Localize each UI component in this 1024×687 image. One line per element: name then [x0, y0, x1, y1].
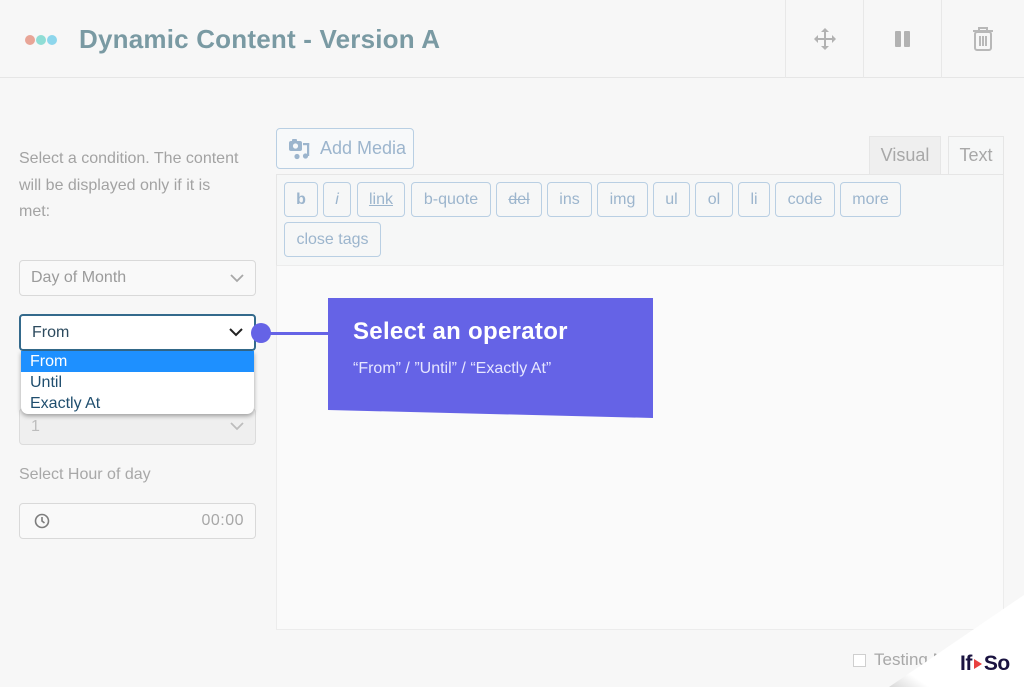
page-root: Dynamic Content - Version A Select a con…: [0, 0, 1024, 687]
trash-icon: [973, 27, 993, 51]
media-icon: [289, 138, 310, 159]
hour-label: Select Hour of day: [19, 466, 151, 483]
callout-box: [328, 298, 653, 418]
dot-red: [25, 35, 35, 45]
operator-select-value: From: [32, 323, 70, 341]
callout-title: Select an operator: [353, 318, 568, 345]
quicktag-close-tags[interactable]: close tags: [284, 222, 381, 257]
condition-select[interactable]: Day of Month: [19, 260, 256, 296]
callout-subtitle: “From” / ”Until” / “Exactly At”: [353, 360, 552, 377]
operator-select[interactable]: From: [19, 314, 256, 351]
time-value: 00:00: [201, 512, 244, 529]
chevron-down-icon: [229, 328, 243, 337]
chevron-down-icon: [230, 422, 244, 431]
logo-text-if: If: [960, 652, 972, 675]
version-title: Dynamic Content - Version A: [79, 24, 441, 54]
quicktag-del[interactable]: del: [496, 182, 542, 217]
day-select-value: 1: [31, 417, 40, 435]
logo-text-so: So: [983, 652, 1010, 675]
condition-instructions: Select a condition. The content will be …: [19, 150, 239, 220]
ifso-logo: If So: [960, 652, 1010, 676]
callout-connector-dot: [251, 323, 271, 343]
quicktag-code[interactable]: code: [775, 182, 835, 217]
pause-icon: [894, 31, 910, 47]
pause-button[interactable]: [863, 0, 941, 78]
quicktag-more[interactable]: more: [840, 182, 901, 217]
quicktag-ul[interactable]: ul: [653, 182, 690, 217]
quicktag-ins[interactable]: ins: [547, 182, 592, 217]
move-button[interactable]: [785, 0, 863, 78]
time-input[interactable]: 00:00: [19, 503, 256, 539]
move-icon: [813, 28, 836, 50]
version-header: Dynamic Content - Version A: [0, 0, 1024, 78]
dot-teal: [36, 35, 46, 45]
play-arrow-icon: [973, 659, 982, 669]
tab-visual[interactable]: Visual: [869, 136, 941, 174]
dot-blue: [47, 35, 57, 45]
add-media-label: Add Media: [320, 138, 407, 158]
testing-mode-checkbox[interactable]: [853, 653, 866, 667]
condition-select-value: Day of Month: [31, 269, 127, 286]
tab-text[interactable]: Text: [948, 136, 1004, 174]
chevron-down-icon: [230, 273, 244, 282]
quicktag-img[interactable]: img: [597, 182, 648, 217]
quicktag-link[interactable]: link: [357, 182, 405, 217]
delete-button[interactable]: [941, 0, 1024, 78]
callout-connector-line: [261, 332, 331, 335]
quicktag-li[interactable]: li: [738, 182, 770, 217]
quicktag-b-quote[interactable]: b-quote: [411, 182, 491, 217]
operator-option-until[interactable]: Until: [21, 372, 254, 393]
quicktag-ol[interactable]: ol: [695, 182, 733, 217]
quicktag-bold[interactable]: b: [284, 182, 318, 217]
drag-dots-icon: [25, 35, 57, 45]
operator-dropdown: From Until Exactly At: [21, 351, 254, 414]
add-media-button[interactable]: Add Media: [276, 128, 414, 169]
operator-option-exactly-at[interactable]: Exactly At: [21, 393, 254, 414]
clock-icon: [34, 513, 50, 529]
quicktag-italic[interactable]: i: [323, 182, 351, 217]
operator-option-from[interactable]: From: [21, 351, 254, 372]
